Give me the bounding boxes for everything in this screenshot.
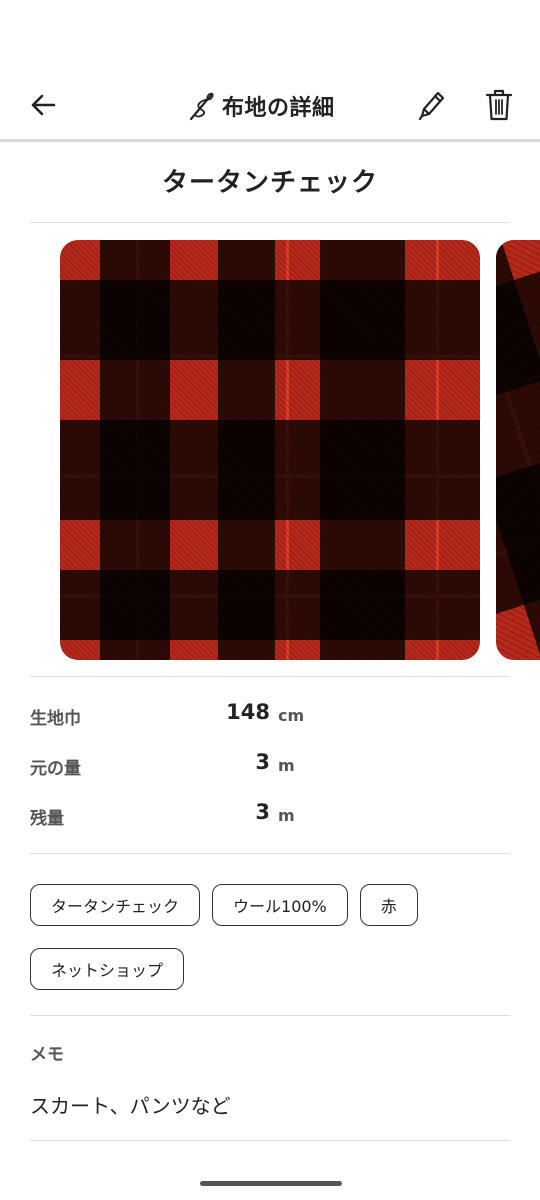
pencil-icon — [418, 91, 445, 121]
divider — [30, 853, 510, 854]
needle-thread-icon — [189, 92, 214, 121]
status-bar — [0, 0, 540, 60]
fabric-photo-next[interactable] — [496, 240, 540, 660]
spec-row-width: 生地巾 148 cm — [30, 700, 510, 750]
delete-button[interactable] — [480, 86, 518, 124]
arrow-left-icon — [31, 94, 56, 116]
tag-chip[interactable]: タータンチェック — [30, 884, 201, 926]
spec-row-original-amount: 元の量 3 m — [30, 750, 510, 800]
divider — [30, 676, 510, 677]
fabric-photo[interactable] — [60, 240, 480, 660]
tag-list: タータンチェック ウール100% 赤 ネットショップ — [30, 884, 510, 990]
spec-list: 生地巾 148 cm 元の量 3 m 残量 3 m — [30, 700, 510, 850]
tartan-pattern-image — [496, 240, 540, 660]
spec-unit: m — [278, 756, 295, 775]
fabric-name: タータンチェック — [161, 168, 378, 198]
edit-button[interactable] — [412, 86, 450, 124]
back-button[interactable] — [26, 88, 60, 122]
spec-label: 生地巾 — [30, 709, 81, 729]
page-title: 布地の詳細 — [222, 96, 335, 121]
tag-chip[interactable]: ウール100% — [212, 884, 348, 926]
divider — [30, 1140, 510, 1141]
spec-label: 残量 — [30, 809, 64, 829]
spec-label: 元の量 — [30, 759, 81, 779]
spec-value: 148 — [226, 700, 270, 724]
tag-chip[interactable]: ネットショップ — [30, 948, 185, 990]
app-bar-title: 布地の詳細 — [188, 88, 335, 124]
photo-gallery[interactable] — [0, 240, 540, 660]
memo-label: メモ — [30, 1045, 64, 1065]
app-bar: 布地の詳細 — [0, 70, 540, 142]
spec-value: 3 — [255, 750, 270, 774]
divider — [30, 222, 510, 223]
divider — [30, 1015, 510, 1016]
trash-icon — [485, 89, 513, 121]
spec-value: 3 — [255, 800, 270, 824]
memo-text: スカート、パンツなど — [30, 1094, 231, 1118]
spec-unit: m — [278, 806, 295, 825]
spec-row-remaining: 残量 3 m — [30, 800, 510, 850]
tartan-pattern-image — [60, 240, 480, 660]
home-indicator[interactable] — [200, 1181, 342, 1186]
spec-unit: cm — [278, 706, 305, 725]
tag-chip[interactable]: 赤 — [359, 884, 418, 926]
